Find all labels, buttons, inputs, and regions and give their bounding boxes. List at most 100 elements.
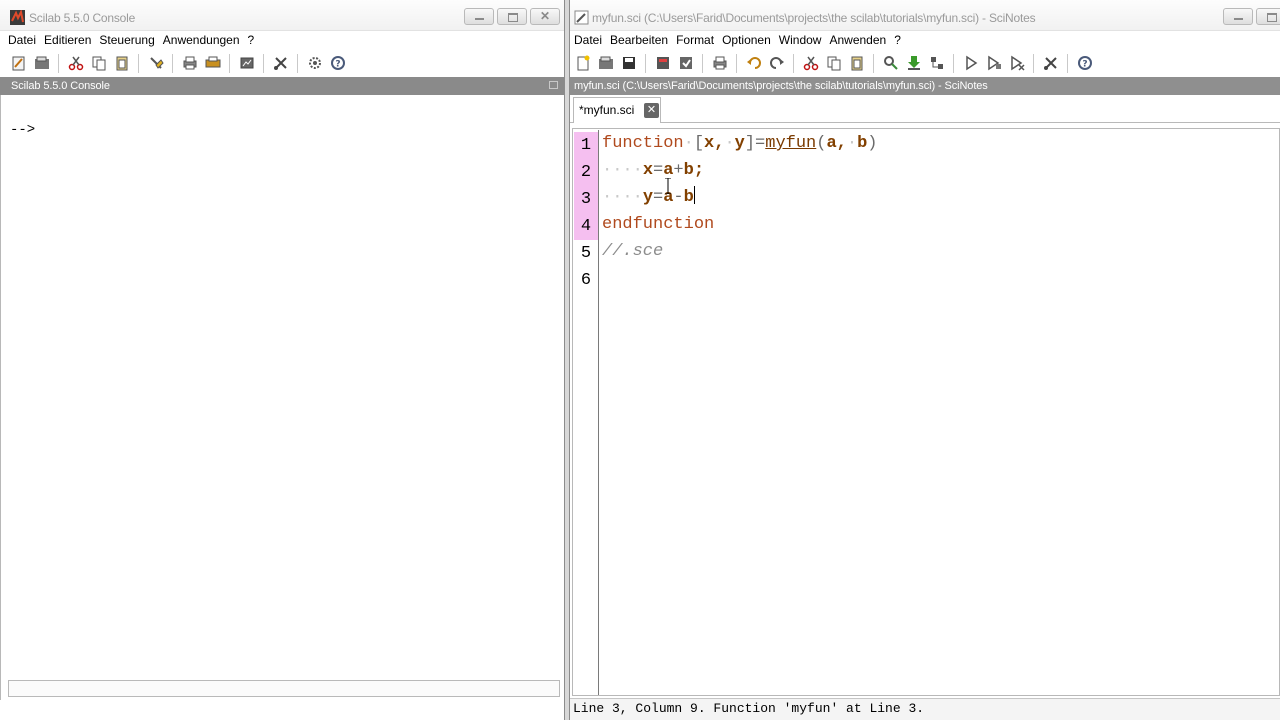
console-output-area[interactable]: --> xyxy=(0,95,564,700)
close-tab-icon[interactable]: ✕ xyxy=(644,103,659,118)
menu-bearbeiten[interactable]: Bearbeiten xyxy=(606,33,672,47)
console-titlebar[interactable]: Scilab 5.5.0 Console ✕ xyxy=(0,0,564,31)
paste-icon[interactable] xyxy=(112,54,131,73)
operator: - xyxy=(673,188,684,207)
svg-text:?: ? xyxy=(1082,60,1087,70)
operator: = xyxy=(653,188,664,207)
copy-icon[interactable] xyxy=(824,54,843,73)
code-editor[interactable]: 1 2 3 4 5 6 function·[x,·y]=myfun(a,·b) … xyxy=(572,128,1280,696)
toolbar-separator xyxy=(645,53,646,73)
line-number-gutter: 1 2 3 4 5 6 xyxy=(574,130,599,695)
menu-format[interactable]: Format xyxy=(672,33,718,47)
editor-panel-title: myfun.sci (C:\Users\Farid\Documents\proj… xyxy=(574,80,988,92)
menu-help[interactable]: ? xyxy=(890,33,905,47)
variable-browser-icon[interactable] xyxy=(237,54,256,73)
console-window-title: Scilab 5.5.0 Console xyxy=(29,11,136,25)
variable: a xyxy=(826,134,837,153)
variable: x xyxy=(704,134,715,153)
save-icon[interactable] xyxy=(619,54,638,73)
editor-titlebar[interactable]: myfun.sci (C:\Users\Farid\Documents\proj… xyxy=(570,0,1280,31)
tab-myfun-sci[interactable]: *myfun.sci ✕ xyxy=(573,97,661,123)
variable: y xyxy=(734,134,745,153)
minimize-button[interactable] xyxy=(464,8,494,25)
console-panel-title: Scilab 5.5.0 Console xyxy=(11,80,110,92)
operator: , xyxy=(714,134,725,153)
cut-icon[interactable] xyxy=(801,54,820,73)
maximize-button[interactable] xyxy=(1256,8,1280,25)
menu-help[interactable]: ? xyxy=(244,33,259,47)
atoms-icon[interactable] xyxy=(305,54,324,73)
toolbar-separator xyxy=(736,53,737,73)
menu-anwenden[interactable]: Anwenden xyxy=(825,33,890,47)
code-line-2: ····x=a+b; xyxy=(602,161,705,180)
new-script-icon[interactable] xyxy=(9,54,28,73)
editor-toolbar: ? xyxy=(570,51,1280,75)
download-icon[interactable] xyxy=(904,54,923,73)
print-icon[interactable] xyxy=(180,54,199,73)
help-icon[interactable]: ? xyxy=(1075,54,1094,73)
scissors-icon[interactable] xyxy=(1041,54,1060,73)
variable: b xyxy=(683,188,694,207)
scissors-icon[interactable] xyxy=(271,54,290,73)
menu-window[interactable]: Window xyxy=(775,33,826,47)
save-all-icon[interactable] xyxy=(676,54,695,73)
svg-text:?: ? xyxy=(335,60,340,70)
toolbar-separator xyxy=(229,53,230,73)
keyword: function xyxy=(602,134,684,153)
menu-editieren[interactable]: Editieren xyxy=(40,33,95,47)
operator: + xyxy=(673,161,684,180)
menu-datei[interactable]: Datei xyxy=(570,33,606,47)
toolbar-separator xyxy=(1033,53,1034,73)
line-number: 5 xyxy=(580,244,592,263)
toolbar-separator xyxy=(138,53,139,73)
open-file-icon[interactable] xyxy=(32,54,51,73)
menu-optionen[interactable]: Optionen xyxy=(718,33,775,47)
indent-icon[interactable] xyxy=(927,54,946,73)
minimize-button[interactable] xyxy=(1223,8,1253,25)
help-icon[interactable]: ? xyxy=(328,54,347,73)
clear-console-icon[interactable] xyxy=(146,54,165,73)
editor-menubar: Datei Bearbeiten Format Optionen Window … xyxy=(570,31,1280,49)
toolbar-separator xyxy=(1067,53,1068,73)
execute-icon[interactable] xyxy=(961,54,980,73)
save-as-icon[interactable] xyxy=(653,54,672,73)
execute-file-icon[interactable] xyxy=(1007,54,1026,73)
operator: ) xyxy=(867,134,878,153)
toolbar-separator xyxy=(953,53,954,73)
find-replace-icon[interactable] xyxy=(881,54,900,73)
code-line-4: endfunction xyxy=(602,211,714,238)
console-input-field[interactable] xyxy=(8,680,560,697)
toolbar-separator xyxy=(873,53,874,73)
print-icon[interactable] xyxy=(710,54,729,73)
variable: b xyxy=(857,134,868,153)
toolbar-separator xyxy=(702,53,703,73)
operator: = xyxy=(653,161,664,180)
printer-setup-icon[interactable] xyxy=(203,54,222,73)
toolbar-separator xyxy=(172,53,173,73)
menu-steuerung[interactable]: Steuerung xyxy=(95,33,158,47)
line-number: 1 xyxy=(574,132,598,159)
editor-panel-header: myfun.sci (C:\Users\Farid\Documents\proj… xyxy=(570,77,1280,95)
open-file-icon[interactable] xyxy=(596,54,615,73)
menu-anwendungen[interactable]: Anwendungen xyxy=(159,33,244,47)
console-prompt: --> xyxy=(10,122,36,138)
line-number: 3 xyxy=(574,186,598,213)
keyword: endfunction xyxy=(602,215,715,234)
paste-icon[interactable] xyxy=(847,54,866,73)
editor-status-bar: Line 3, Column 9. Function 'myfun' at Li… xyxy=(570,698,1280,720)
copy-icon[interactable] xyxy=(89,54,108,73)
menu-datei[interactable]: Datei xyxy=(4,33,40,47)
code-line-5: //.sce xyxy=(602,238,663,265)
redo-icon[interactable] xyxy=(767,54,786,73)
undock-icon[interactable] xyxy=(549,81,558,89)
line-number: 4 xyxy=(574,213,598,240)
new-file-icon[interactable] xyxy=(573,54,592,73)
undo-icon[interactable] xyxy=(744,54,763,73)
maximize-button[interactable] xyxy=(497,8,527,25)
scinotes-window: myfun.sci (C:\Users\Farid\Documents\proj… xyxy=(569,0,1280,720)
cut-icon[interactable] xyxy=(66,54,85,73)
line-number: 6 xyxy=(580,271,592,290)
close-button[interactable]: ✕ xyxy=(530,8,560,25)
execute-echo-icon[interactable] xyxy=(984,54,1003,73)
scinotes-app-icon xyxy=(574,10,589,25)
